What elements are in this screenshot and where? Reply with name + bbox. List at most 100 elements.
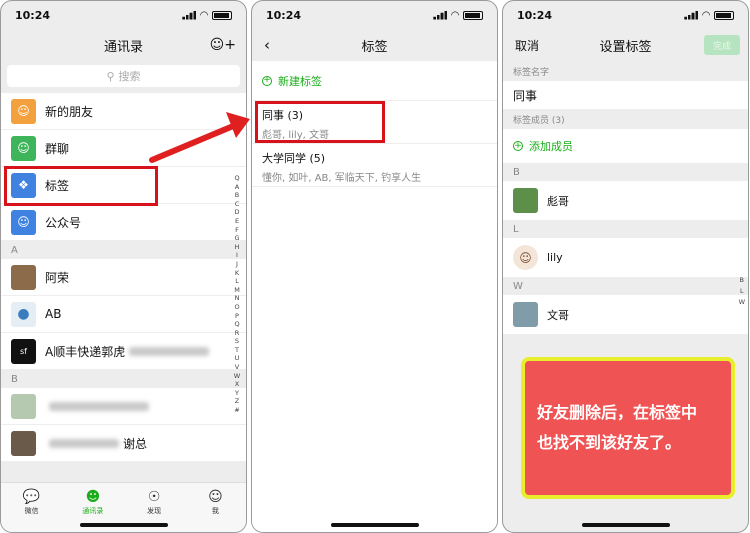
avatar (513, 302, 538, 327)
status-bar: 10:24 ◠ (1, 1, 246, 29)
index-letter[interactable]: O (233, 303, 241, 312)
contact-name: A顺丰快递郭虎 (45, 344, 126, 359)
member-row[interactable]: 彪哥 (503, 181, 748, 220)
contact-name: AB (45, 307, 62, 321)
group-chat-item[interactable]: ☺ 群聊 (1, 130, 246, 167)
page-title: 标签 (361, 39, 388, 55)
index-letter[interactable]: R (233, 329, 241, 338)
side-index[interactable]: B L W (739, 275, 745, 308)
index-letter[interactable]: B (233, 191, 241, 200)
member-name: lily (547, 251, 563, 264)
index-letter[interactable]: A (233, 183, 241, 192)
index-letter[interactable]: K (233, 269, 241, 278)
search-bar[interactable]: ⚲ 搜索 (7, 65, 240, 87)
index-letter[interactable]: H (233, 243, 241, 252)
contacts-list-b: 谢总 (1, 388, 246, 462)
index-letter[interactable]: X (233, 380, 241, 389)
index-letter[interactable]: L (739, 286, 745, 297)
index-letter[interactable]: C (233, 200, 241, 209)
contacts-list-a: 阿荣 ● AB sf A顺丰快递郭虎 (1, 259, 246, 370)
tag-name-label: 标签名字 (513, 67, 550, 78)
contact-row[interactable]: 谢总 (1, 425, 246, 462)
tag-item[interactable]: 大学同学 (5) 懂你, 如叶, AB, 军临天下, 钓享人生 (252, 144, 497, 187)
cancel-button[interactable]: 取消 (515, 37, 539, 54)
tab-label: 微信 (24, 507, 39, 515)
index-letter[interactable]: T (233, 346, 241, 355)
signal-icon (182, 10, 197, 20)
index-letter[interactable]: U (233, 354, 241, 363)
official-accounts-item[interactable]: ☺ 公众号 (1, 204, 246, 241)
index-letter[interactable]: Q (233, 174, 241, 183)
search-icon: ⚲ (106, 69, 115, 83)
member-row[interactable]: 文哥 (503, 295, 748, 334)
index-letter[interactable]: W (233, 372, 241, 381)
index-letter[interactable]: Q (233, 320, 241, 329)
index-letter[interactable]: P (233, 312, 241, 321)
index-letter[interactable]: L (233, 277, 241, 286)
tab-chats[interactable]: 💬 微信 (1, 483, 62, 532)
index-letter[interactable]: # (233, 406, 241, 415)
index-letter[interactable]: I (233, 251, 241, 260)
home-indicator (79, 523, 168, 527)
blurred-text (129, 346, 210, 356)
signal-icon (433, 10, 448, 20)
add-member-button[interactable]: + 添加成员 (503, 129, 748, 163)
highlight-box-tags (4, 166, 158, 206)
new-tag-button[interactable]: + 新建标签 (252, 61, 497, 101)
page-title: 通讯录 (103, 39, 143, 55)
tags-screen: 10:24 ◠ ‹ 标签 + 新建标签 同事 (3) 彪哥, lily, 文哥 … (251, 0, 498, 533)
tag-members: 懂你, 如叶, AB, 军临天下, 钓享人生 (262, 173, 422, 184)
index-letter[interactable]: M (233, 286, 241, 295)
section-header-b: B (1, 370, 246, 388)
status-time: 10:24 (15, 8, 51, 22)
annotation-callout: 好友删除后，在标签中 也找不到该好友了。 (521, 357, 735, 499)
index-letter[interactable]: G (233, 234, 241, 243)
member-name: 彪哥 (547, 194, 569, 208)
index-letter[interactable]: N (233, 294, 241, 303)
index-letter[interactable]: S (233, 337, 241, 346)
status-time: 10:24 (517, 8, 553, 22)
tags-navbar: ‹ 标签 (252, 29, 497, 61)
blurred-text (49, 401, 149, 411)
avatar (11, 264, 36, 290)
index-letter[interactable]: W (739, 297, 745, 308)
index-letter[interactable]: V (233, 363, 241, 372)
item-label: 群聊 (45, 141, 70, 156)
section-header: L (503, 220, 748, 238)
section-header: B (503, 163, 748, 181)
index-letter[interactable]: J (233, 260, 241, 269)
contact-row[interactable]: 阿荣 (1, 259, 246, 296)
contact-name: 阿荣 (45, 270, 70, 285)
search-placeholder: 搜索 (118, 70, 141, 83)
index-letter[interactable]: B (739, 275, 745, 286)
wifi-icon: ◠ (200, 9, 208, 21)
index-letter[interactable]: Z (233, 397, 241, 406)
tag-name-input[interactable]: 同事 (503, 81, 748, 109)
avatar: ● (11, 301, 36, 327)
tab-me[interactable]: ☺ 我 (185, 483, 246, 532)
contact-row[interactable]: sf A顺丰快递郭虎 (1, 333, 246, 370)
wifi-icon: ◠ (702, 9, 710, 21)
person-add-icon: ☺ (11, 98, 36, 124)
status-time: 10:24 (266, 8, 302, 22)
contact-row[interactable] (1, 388, 246, 425)
member-row[interactable]: ☺ lily (503, 238, 748, 277)
callout-line: 也找不到该好友了。 (537, 433, 682, 452)
index-letter[interactable]: F (233, 226, 241, 235)
contact-row[interactable]: ● AB (1, 296, 246, 333)
new-friends-item[interactable]: ☺ 新的朋友 (1, 93, 246, 130)
plus-icon: + (262, 75, 272, 86)
alphabet-index[interactable]: Q A B C D E F G H I J K L M N O P Q R S T U V W X Y Z # (233, 174, 241, 415)
battery-icon (714, 10, 734, 20)
status-bar: 10:24 ◠ (503, 1, 748, 29)
me-icon: ☺ (208, 489, 223, 505)
index-letter[interactable]: E (233, 217, 241, 226)
done-button[interactable]: 完成 (704, 35, 740, 55)
back-icon[interactable]: ‹ (264, 36, 270, 54)
index-letter[interactable]: Y (233, 389, 241, 398)
add-contact-icon[interactable]: ☺+ (210, 37, 236, 53)
item-label: 公众号 (45, 215, 82, 230)
index-letter[interactable]: D (233, 208, 241, 217)
member-name: 文哥 (547, 308, 569, 322)
blurred-text (49, 438, 119, 448)
